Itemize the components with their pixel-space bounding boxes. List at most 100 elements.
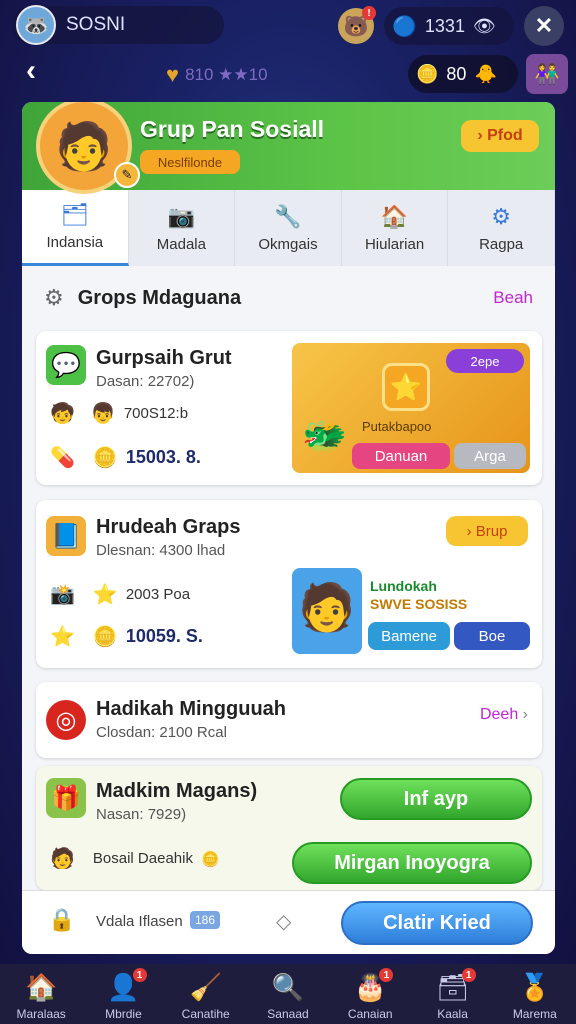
create-button[interactable]: Clatir Kried [341, 901, 533, 945]
edit-badge-icon[interactable]: ✎ [114, 162, 140, 188]
member-row: 🧒 👦 700S12:b [50, 401, 188, 426]
stat-row: 📸 ⭐ 2003 Poa [50, 582, 190, 607]
friends-icon[interactable]: 👫 [526, 54, 568, 94]
close-button[interactable]: ✕ [524, 6, 564, 46]
promo-primary-button[interactable]: Danuan [352, 443, 450, 469]
heart-counter-text: 810 ★★10 [185, 65, 268, 84]
nav-item-home[interactable]: 🏠 Maralaas [0, 964, 82, 1024]
notification-dot: 1 [379, 968, 394, 982]
back-icon[interactable]: ‹ [26, 54, 36, 88]
nav-label: Canaian [347, 1007, 393, 1021]
promo-line2: SWVE SOSISS [370, 596, 468, 612]
info-button[interactable]: Inf ayp [340, 778, 532, 820]
tab-hiularian[interactable]: 🏠 Hiularian [342, 190, 449, 266]
monster-icon: 🐲 [302, 415, 347, 456]
promo-banner[interactable]: ⭐ 2epe Putakbapoo 🐲 Danuan Arga [292, 343, 530, 473]
coin-value: 1331 [424, 15, 465, 36]
book-icon: 📘 [46, 516, 86, 556]
nav-item-search[interactable]: 🔍 Sanaad [247, 964, 329, 1024]
group-card[interactable]: 🎁 Madkim Magans) Nasan: 7929) 🧑 Bosail D… [36, 766, 542, 890]
nav-label: Mbrdie [105, 1007, 142, 1021]
tab-label: Hiularian [364, 235, 425, 253]
card-subtitle: Dlesnan: 4300 lhad [96, 542, 226, 559]
see-more-link[interactable]: Beah [493, 288, 533, 308]
mod-button[interactable]: › Pfod [461, 120, 539, 152]
nav-item-profile[interactable]: 👤 1 Mbrdie [82, 964, 164, 1024]
footer-label: Vdala Iflasen [96, 913, 183, 930]
lock-icon[interactable]: 🔒 [48, 907, 75, 933]
coin-icon: 🪙 [92, 447, 118, 469]
group-card[interactable]: 📘 Hrudeah Graps Dlesnan: 4300 lhad › Bru… [36, 500, 542, 668]
tab-ragpa[interactable]: ⚙ Ragpa [448, 190, 555, 266]
promo-primary-button[interactable]: Bamene [368, 622, 450, 650]
pill-icon: 💊 [50, 447, 75, 469]
mail-icon[interactable]: 🐻! [338, 6, 376, 44]
coin-row: ⭐ 🪙 10059. S. [50, 624, 203, 649]
count-badge: 186 [190, 911, 221, 929]
avatar[interactable]: 🦝 [16, 5, 56, 45]
broom-icon: 🧹 [189, 972, 222, 1002]
wrench-icon: 🔧 [274, 203, 302, 229]
stat-row: 🧑 Bosail Daeahik 🪙 [50, 846, 220, 871]
gear-icon: ⚙ [44, 285, 64, 310]
tab-madala[interactable]: 📷 Madala [129, 190, 236, 266]
coin-counter[interactable]: 🔵 1331 👁 [384, 7, 514, 45]
nav-item-cake[interactable]: 🎂 1 Canaian [329, 964, 411, 1024]
user-icon: 🧑 [50, 848, 75, 870]
heart-counter: ♥ 810 ★★10 [166, 62, 268, 88]
home-icon: 🏠 [380, 203, 409, 229]
coin-pill[interactable]: 🪙 80 🐥 [408, 55, 518, 93]
tab-label: Indansia [46, 234, 104, 251]
promo-title: Putakbapoo [362, 419, 432, 434]
sub-bar: ‹ ♥ 810 ★★10 🪙 80 🐥 👫 [0, 52, 576, 96]
tab-label: Okmgais [258, 235, 318, 253]
camera-icon: 📸 [50, 584, 75, 606]
profile-pill[interactable]: 🦝 SOSNI [12, 5, 224, 45]
coin-icon: 🪙 [200, 850, 220, 868]
nav-item-clean[interactable]: 🧹 Canatihe [165, 964, 247, 1024]
settings-icon: ⚙ [491, 203, 512, 229]
section-header: ⚙ Grops Mdaguana Beah [22, 266, 555, 330]
promo-line1: Lundokah [370, 578, 437, 594]
card-title: Madkim Magans) [96, 780, 258, 802]
badge-icon: ◎ [46, 700, 86, 740]
coin-amount: 15003. 8. [125, 447, 201, 467]
tab-indansia[interactable]: 🗂 Indansia [22, 190, 129, 266]
camera-icon: 📷 [167, 203, 196, 229]
coin-count: 80 [446, 63, 467, 84]
nav-item-medal[interactable]: 🏅 Marema [494, 964, 576, 1024]
group-badge-button[interactable]: › Brup [446, 516, 528, 546]
card-subtitle: Closdan: 2100 Rcal [96, 724, 227, 741]
card-title: Hrudeah Graps [96, 516, 241, 538]
nav-item-box[interactable]: 🗃 1 Kaala [411, 964, 493, 1024]
search-icon: 🔍 [271, 972, 305, 1002]
see-more-link[interactable]: Deeh › [480, 706, 528, 724]
chick-icon: 🐥 [474, 63, 497, 84]
tab-okmgais[interactable]: 🔧 Okmgais [235, 190, 342, 266]
nav-label: Canatihe [181, 1007, 230, 1021]
chevron-right-icon: › [522, 706, 528, 723]
card-subtitle: Dasan: 22702) [96, 373, 195, 390]
nav-label: Kaala [437, 1007, 468, 1021]
promo-secondary-button[interactable]: Boe [454, 622, 530, 650]
tab-label: Madala [156, 235, 206, 253]
nav-label: Sanaad [267, 1007, 309, 1021]
nav-label: Marema [512, 1007, 557, 1021]
eye-icon[interactable]: 👁 [473, 16, 496, 37]
promo-secondary-button[interactable]: Arga [454, 443, 526, 469]
member-avatar-icon: 🧒 [50, 403, 75, 425]
coin-row: 💊 🪙 15003. 8. [50, 445, 201, 470]
home-icon: 🏠 [24, 972, 58, 1002]
card-subtitle: Nasan: 7929) [96, 806, 187, 823]
tag-icon[interactable]: ◇ [276, 909, 291, 934]
join-button[interactable]: Mirgan Inoyogra [292, 842, 532, 884]
stat-value: Bosail Daeahik [92, 850, 193, 867]
stat-value: 2003 Poa [125, 586, 191, 603]
group-card[interactable]: 💬 Gurpsaih Grut Dasan: 22702) 🧒 👦 700S12… [36, 331, 542, 485]
see-more-label: Deeh [479, 706, 519, 723]
folder-icon: 🗂 [60, 202, 89, 227]
group-card[interactable]: ◎ Hadikah Mingguuah Closdan: 2100 Rcal D… [36, 682, 542, 758]
promo-banner[interactable]: 🧑 [292, 568, 362, 654]
promo-tag[interactable]: 2epe [446, 349, 524, 373]
member-avatar-icon: 👦 [90, 403, 116, 425]
